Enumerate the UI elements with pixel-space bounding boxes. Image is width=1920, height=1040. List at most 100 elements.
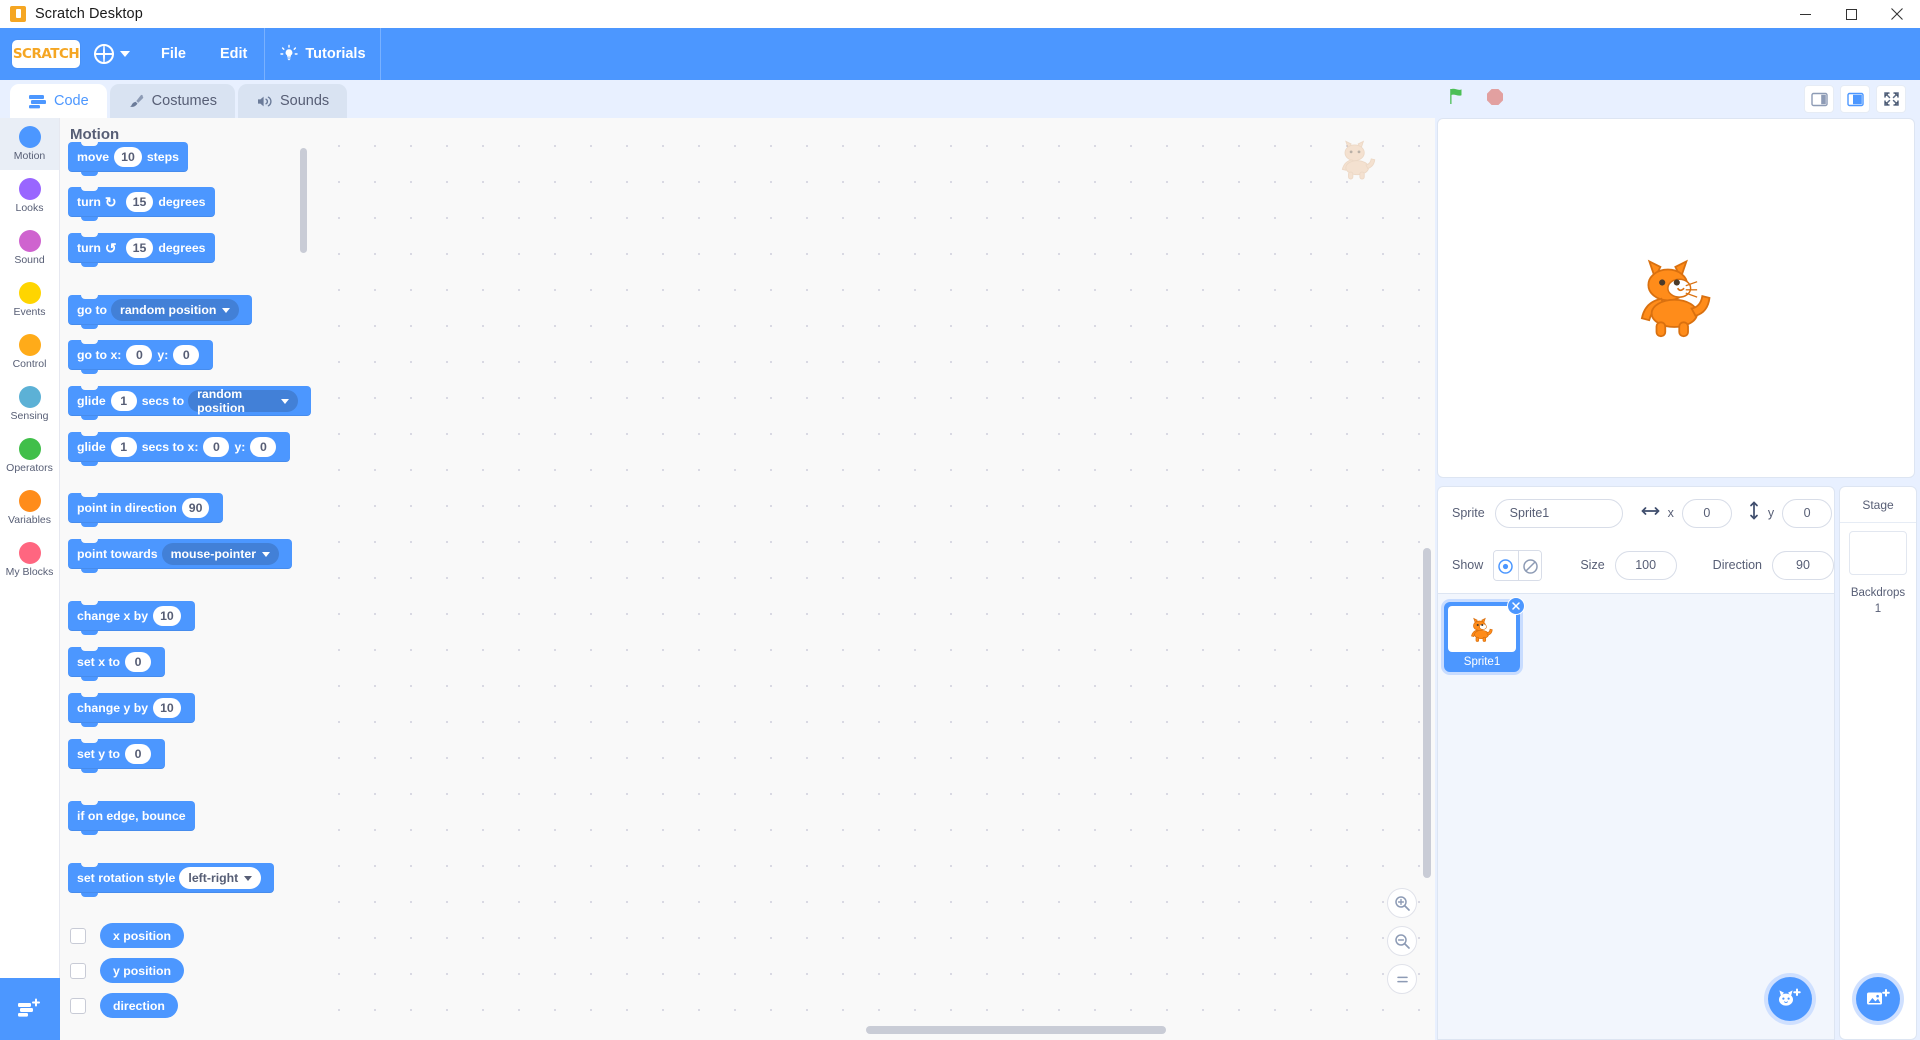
block-dropdown-towards[interactable]: mouse-pointer bbox=[161, 543, 280, 565]
sidebar-item-my-blocks[interactable]: My Blocks bbox=[0, 534, 59, 586]
block-palette[interactable]: Motion move 10 steps turn ↻ 15 degrees t… bbox=[60, 118, 311, 1040]
sprite-name-input[interactable] bbox=[1494, 498, 1623, 528]
stage-selector-pane[interactable]: Stage Backdrops 1 bbox=[1839, 486, 1917, 1040]
add-sprite-cat-icon bbox=[1779, 988, 1801, 1006]
stage-display[interactable] bbox=[1437, 118, 1915, 478]
sidebar-item-sensing[interactable]: Sensing bbox=[0, 378, 59, 430]
editor-tabstrip: Code Costumes Sounds bbox=[0, 80, 1435, 118]
palette-scrollbar[interactable] bbox=[300, 148, 307, 253]
tab-costumes[interactable]: Costumes bbox=[109, 84, 235, 118]
reporter-y-position[interactable]: y position bbox=[100, 958, 185, 983]
block-set-y-to[interactable]: set y to 0 bbox=[68, 739, 166, 773]
block-if-on-edge-bounce[interactable]: if on edge, bounce bbox=[68, 801, 195, 835]
workspace-vertical-scrollbar[interactable] bbox=[1423, 548, 1431, 878]
sidebar-item-sound[interactable]: Sound bbox=[0, 222, 59, 274]
block-point-towards[interactable]: point towards mouse-pointer bbox=[68, 539, 293, 573]
sidebar-item-variables[interactable]: Variables bbox=[0, 482, 59, 534]
block-input-degrees[interactable]: 15 bbox=[125, 192, 154, 212]
checkbox-x-position[interactable] bbox=[70, 928, 86, 944]
zoom-reset-icon[interactable] bbox=[1387, 964, 1417, 994]
sprite-y-input[interactable] bbox=[1782, 498, 1833, 528]
sprite-card-sprite1[interactable]: Sprite1 bbox=[1444, 597, 1525, 672]
block-input-y[interactable]: 0 bbox=[125, 744, 152, 764]
sprite-size-input[interactable] bbox=[1614, 550, 1677, 580]
zoom-in-icon[interactable] bbox=[1387, 888, 1417, 918]
minimize-icon[interactable] bbox=[1782, 0, 1828, 28]
block-input-degrees[interactable]: 15 bbox=[125, 238, 154, 258]
sprite-x-input[interactable] bbox=[1681, 498, 1732, 528]
stage-column: Sprite x bbox=[1435, 118, 1920, 1040]
add-sprite-button[interactable] bbox=[1768, 977, 1812, 1021]
block-point-in-direction[interactable]: point in direction 90 bbox=[68, 493, 224, 527]
block-set-x-to[interactable]: set x to 0 bbox=[68, 647, 166, 681]
menu-edit[interactable]: Edit bbox=[203, 28, 264, 80]
checkbox-y-position[interactable] bbox=[70, 963, 86, 979]
block-turn-right[interactable]: turn ↻ 15 degrees bbox=[68, 187, 215, 221]
reporter-x-position[interactable]: x position bbox=[100, 923, 185, 948]
block-change-x-by[interactable]: change x by 10 bbox=[68, 601, 195, 635]
block-dropdown-target[interactable]: random position bbox=[188, 387, 298, 415]
block-dropdown-rotation-style[interactable]: left-right bbox=[179, 867, 262, 889]
block-input-x[interactable]: 0 bbox=[125, 652, 152, 672]
block-go-to-xy[interactable]: go to x: 0 y: 0 bbox=[68, 340, 214, 374]
block-input-dy[interactable]: 10 bbox=[153, 698, 181, 718]
hide-sprite-button[interactable] bbox=[1517, 550, 1542, 580]
block-go-to[interactable]: go to random position bbox=[68, 295, 253, 329]
block-glide-to[interactable]: glide 1 secs to random position bbox=[68, 386, 311, 420]
stage-backdrop-thumbnail[interactable] bbox=[1849, 531, 1907, 575]
block-change-y-by[interactable]: change y by 10 bbox=[68, 693, 195, 727]
window-title: Scratch Desktop bbox=[35, 5, 143, 22]
lightbulb-icon bbox=[279, 44, 299, 64]
block-input-x[interactable]: 0 bbox=[126, 345, 153, 365]
block-input-x[interactable]: 0 bbox=[203, 437, 230, 457]
block-input-y[interactable]: 0 bbox=[250, 437, 277, 457]
sprite-direction-input[interactable] bbox=[1772, 550, 1834, 580]
block-turn-left[interactable]: turn ↺ 15 degrees bbox=[68, 233, 215, 267]
block-input-steps[interactable]: 10 bbox=[114, 147, 142, 167]
checkbox-direction[interactable] bbox=[70, 998, 86, 1014]
chevron-down-icon bbox=[222, 307, 231, 313]
block-dropdown-target[interactable]: random position bbox=[111, 299, 240, 321]
code-workspace-canvas[interactable] bbox=[311, 118, 1435, 1040]
block-input-secs[interactable]: 1 bbox=[110, 437, 137, 457]
zoom-out-icon[interactable] bbox=[1387, 926, 1417, 956]
scratch-cat-sprite[interactable] bbox=[1624, 244, 1728, 353]
sidebar-item-label: My Blocks bbox=[5, 566, 54, 578]
tab-code-label: Code bbox=[54, 93, 89, 109]
sidebar-item-motion[interactable]: Motion bbox=[0, 118, 59, 170]
menu-file[interactable]: File bbox=[144, 28, 203, 80]
block-move-steps[interactable]: move 10 steps bbox=[68, 142, 188, 176]
block-input-direction[interactable]: 90 bbox=[181, 498, 210, 518]
sidebar-item-control[interactable]: Control bbox=[0, 326, 59, 378]
my-blocks-color-dot bbox=[18, 542, 41, 564]
small-stage-icon[interactable] bbox=[1804, 85, 1834, 113]
delete-sprite-icon[interactable] bbox=[1507, 597, 1525, 615]
block-input-secs[interactable]: 1 bbox=[110, 391, 137, 411]
fullscreen-icon[interactable] bbox=[1876, 85, 1906, 113]
block-input-dx[interactable]: 10 bbox=[153, 606, 181, 626]
sidebar-item-looks[interactable]: Looks bbox=[0, 170, 59, 222]
show-sprite-button[interactable] bbox=[1494, 550, 1518, 580]
add-backdrop-button[interactable] bbox=[1856, 977, 1900, 1021]
scratch-logo[interactable]: SCRATCH bbox=[12, 40, 80, 68]
menu-tutorials[interactable]: Tutorials bbox=[265, 28, 379, 80]
stop-sign-icon[interactable] bbox=[1485, 87, 1505, 112]
large-stage-icon[interactable] bbox=[1840, 85, 1870, 113]
tab-code[interactable]: Code bbox=[10, 84, 107, 118]
sprite-card-name: Sprite1 bbox=[1463, 656, 1501, 668]
add-extension-button[interactable] bbox=[0, 978, 60, 1040]
block-set-rotation-style[interactable]: set rotation style left-right bbox=[68, 863, 275, 897]
x-label: x bbox=[1667, 506, 1674, 520]
maximize-icon[interactable] bbox=[1828, 0, 1874, 28]
block-input-y[interactable]: 0 bbox=[173, 345, 200, 365]
sidebar-item-events[interactable]: Events bbox=[0, 274, 59, 326]
workspace-horizontal-scrollbar[interactable] bbox=[866, 1026, 1166, 1034]
sound-color-dot bbox=[18, 230, 41, 252]
reporter-direction[interactable]: direction bbox=[100, 993, 178, 1018]
tab-sounds[interactable]: Sounds bbox=[237, 84, 348, 118]
block-glide-to-xy[interactable]: glide 1 secs to x: 0 y: 0 bbox=[68, 432, 291, 466]
sidebar-item-operators[interactable]: Operators bbox=[0, 430, 59, 482]
language-selector[interactable] bbox=[80, 28, 144, 80]
close-icon[interactable] bbox=[1874, 0, 1920, 28]
green-flag-icon[interactable] bbox=[1447, 86, 1469, 113]
